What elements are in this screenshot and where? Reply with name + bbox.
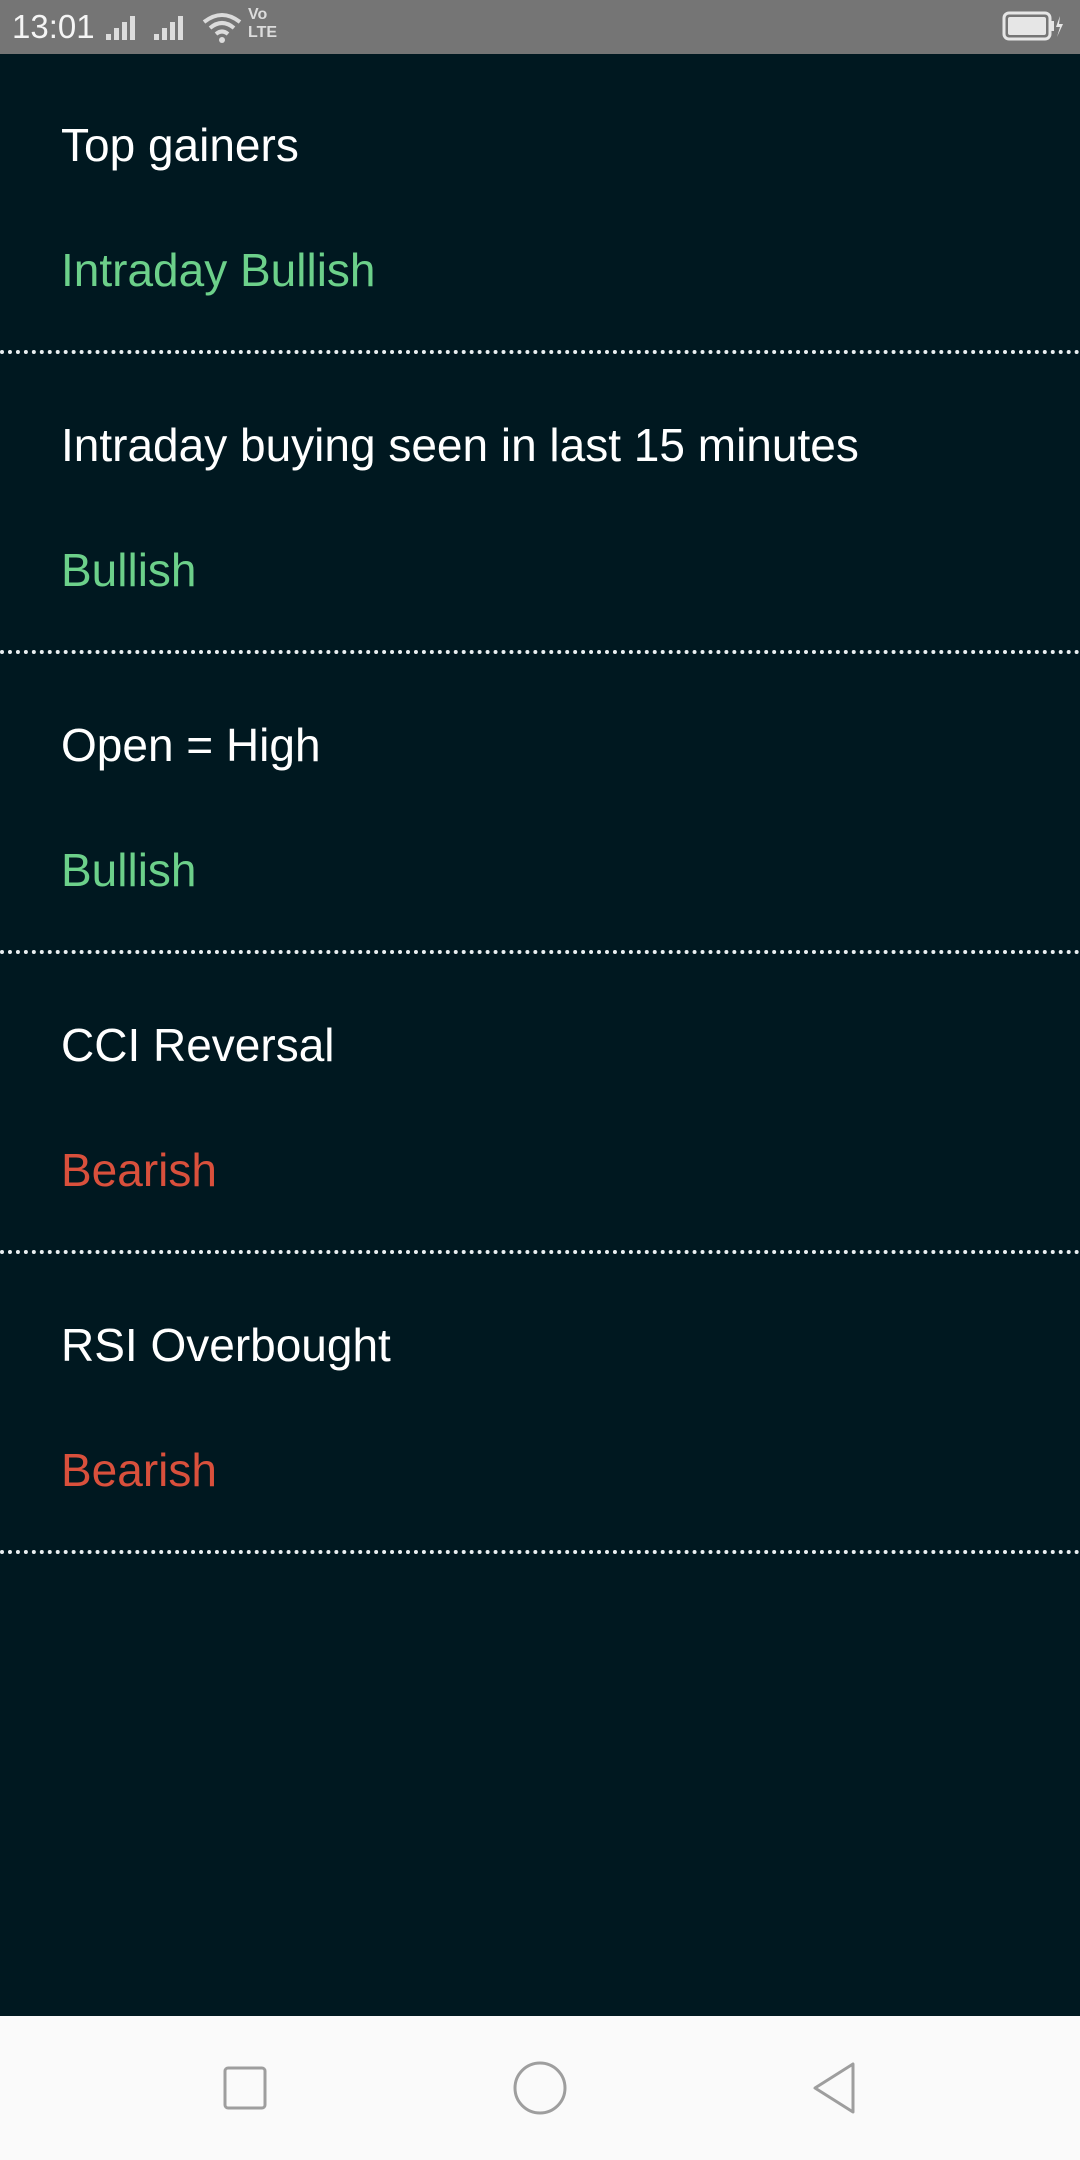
signal-title: CCI Reversal bbox=[61, 1019, 335, 1071]
battery-icon bbox=[1002, 11, 1063, 41]
signal-title: Top gainers bbox=[61, 119, 299, 171]
signal-title: Intraday buying seen in last 15 minutes bbox=[61, 419, 859, 471]
signal-sentiment: Bearish bbox=[61, 1144, 217, 1196]
signal-icon bbox=[154, 16, 183, 40]
list-item[interactable]: Top gainers Intraday Bullish bbox=[0, 54, 1080, 354]
signal-list: Top gainers Intraday Bullish Intraday bu… bbox=[0, 54, 1080, 1554]
list-item[interactable]: CCI Reversal Bearish bbox=[0, 954, 1080, 1254]
recents-icon bbox=[223, 2066, 267, 2110]
back-icon bbox=[813, 2062, 855, 2114]
home-button[interactable] bbox=[470, 2016, 610, 2160]
recents-button[interactable] bbox=[175, 2016, 315, 2160]
volte-icon: Vo LTE bbox=[248, 6, 298, 46]
signal-sentiment: Intraday Bullish bbox=[61, 244, 376, 296]
wifi-icon bbox=[202, 13, 242, 43]
signal-title: RSI Overbought bbox=[61, 1319, 391, 1371]
list-item[interactable]: Open = High Bullish bbox=[0, 654, 1080, 954]
volte-top-label: Vo bbox=[248, 6, 268, 23]
list-item[interactable]: RSI Overbought Bearish bbox=[0, 1254, 1080, 1554]
signal-sentiment: Bearish bbox=[61, 1444, 217, 1496]
navigation-bar bbox=[0, 2016, 1080, 2160]
back-button[interactable] bbox=[765, 2016, 905, 2160]
status-time: 13:01 bbox=[12, 8, 95, 45]
signal-icon bbox=[106, 16, 135, 40]
status-bar: 13:01 Vo LTE bbox=[0, 0, 1080, 54]
signal-sentiment: Bullish bbox=[61, 544, 197, 596]
list-item[interactable]: Intraday buying seen in last 15 minutes … bbox=[0, 354, 1080, 654]
signal-sentiment: Bullish bbox=[61, 844, 197, 896]
signal-title: Open = High bbox=[61, 719, 321, 771]
home-icon bbox=[513, 2061, 567, 2115]
volte-bottom-label: LTE bbox=[248, 24, 278, 41]
